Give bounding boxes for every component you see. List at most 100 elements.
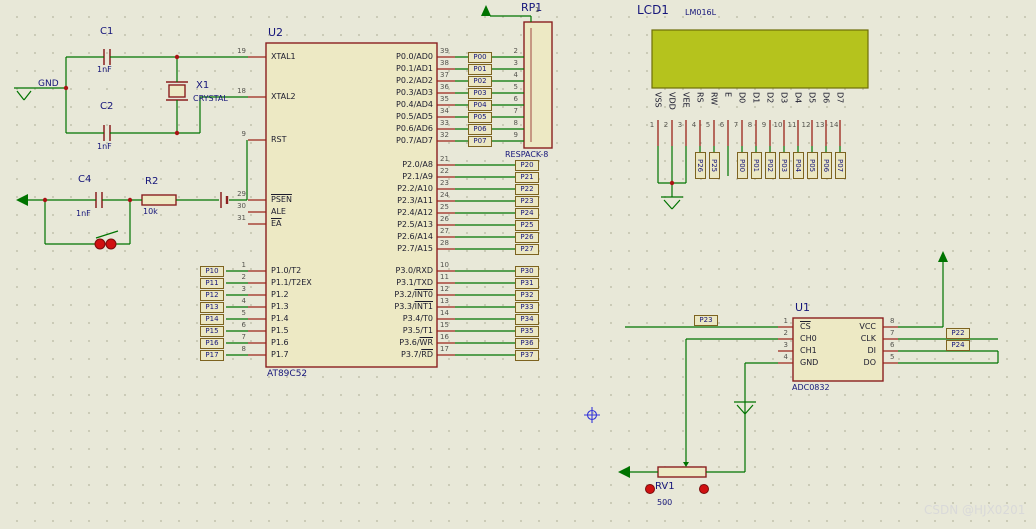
rp1-respack-body[interactable] [523,21,553,149]
pin-number: 13 [440,297,449,305]
pin-name: XTAL1 [271,52,296,61]
reset-circuit-wires[interactable] [28,140,248,245]
net-label[interactable]: P24 [946,340,970,351]
lcd-pin-name: E [723,92,733,98]
net-label[interactable]: P07 [468,135,492,147]
net-label[interactable]: P25 [708,152,720,179]
net-label[interactable]: P37 [515,349,539,361]
net-label[interactable]: P30 [515,265,539,277]
net-label[interactable]: P22 [946,328,970,339]
net-label[interactable]: P23 [515,195,539,207]
net-label[interactable]: P26 [694,152,706,179]
reset-button-terminal[interactable] [105,238,117,250]
pin-name: P2.0/A8 [402,160,433,169]
net-label[interactable]: P31 [515,277,539,289]
pin-number: 28 [440,239,449,247]
pin-number: 26 [440,215,449,223]
p3-bus-wires[interactable] [455,270,515,356]
net-label[interactable]: P22 [515,183,539,195]
net-label[interactable]: P06 [820,152,832,179]
r2-resistor-body[interactable] [141,194,177,206]
pot-decrease-button[interactable] [645,484,655,494]
lcd-pin-number: 8 [747,121,753,129]
net-label[interactable]: P00 [468,51,492,63]
p2-bus-wires[interactable] [455,164,515,250]
u1-right-names: VCC CLK DI DO [820,321,876,369]
left-terminal-arrow-icon [16,194,28,206]
origin-marker-icon [584,407,600,423]
net-label[interactable]: P11 [200,277,224,289]
rv1-ref: RV1 [655,481,675,492]
lcd-value: LM016L [685,8,717,17]
capacitor-and-crystal-plates[interactable] [95,49,229,208]
c4-value: 1nF [76,209,91,218]
pin-number: 18 [237,87,246,95]
c4-capacitor-icon[interactable] [95,192,103,208]
lcd-pin-number: 6 [719,121,725,129]
u1-left-numbers: 1 2 3 4 [764,316,788,364]
pin-name: P3.2/INT0 [394,290,433,299]
rp1-pin1-wire[interactable] [490,15,532,22]
rv1-pot-body[interactable] [657,466,707,478]
net-label[interactable]: P14 [200,313,224,325]
pin-number: 21 [440,155,449,163]
pin-number: 39 [440,47,449,55]
net-label[interactable]: P04 [792,152,804,179]
net-label[interactable]: P06 [468,123,492,135]
net-label[interactable]: P05 [468,111,492,123]
net-label[interactable]: P24 [515,207,539,219]
net-label[interactable]: P03 [468,87,492,99]
pin-number: 7 [513,107,518,115]
net-label[interactable]: P00 [736,152,748,179]
schematic-canvas[interactable]: GND C1 1nF C2 1nF X1 CRYSTAL C4 1nF R2 1… [0,0,1036,529]
pin-name: EA [271,219,282,228]
net-label[interactable]: P01 [750,152,762,179]
net-label[interactable]: P02 [468,75,492,87]
net-label[interactable]: P01 [468,63,492,75]
u2-p1-numbers: 1 2 3 4 5 6 7 8 [222,260,246,356]
reset-button-terminal[interactable] [94,238,106,250]
lcd-screen[interactable] [651,29,869,89]
junction-dot [174,130,180,136]
pin-name: P2.2/A10 [397,184,433,193]
pin-name: PSEN [271,195,292,204]
net-label[interactable]: P36 [515,337,539,349]
pin-number: 9 [241,130,246,138]
net-label[interactable]: P15 [200,325,224,337]
pin-name: P3.3/INT1 [394,302,433,311]
net-label[interactable]: P12 [200,289,224,301]
net-label[interactable]: P04 [468,99,492,111]
net-label[interactable]: P25 [515,219,539,231]
net-label[interactable]: P34 [515,313,539,325]
net-label[interactable]: P20 [515,159,539,171]
pin-number: 7 [241,333,246,341]
net-label[interactable]: P07 [834,152,846,179]
net-label[interactable]: P21 [515,171,539,183]
net-label[interactable]: P32 [515,289,539,301]
c2-capacitor-icon[interactable] [103,125,111,141]
u2-p1-net-labels: P10 P11 P12 P13 P14 P15 P16 P17 [200,265,224,361]
pin-name: P0.4/AD4 [396,100,433,109]
u2-value: AT89C52 [267,369,308,379]
net-label[interactable]: P26 [515,231,539,243]
net-label[interactable]: P33 [515,301,539,313]
net-label[interactable]: P05 [806,152,818,179]
pin-name: P2.5/A13 [397,220,433,229]
lcd-pin-name: VEE [681,92,691,108]
lcd-pin-name: D6 [821,92,831,104]
net-label[interactable]: P27 [515,243,539,255]
net-label[interactable]: P23 [694,315,718,326]
u1-value: ADC0832 [792,383,830,392]
net-label[interactable]: P16 [200,337,224,349]
net-label[interactable]: P03 [778,152,790,179]
net-label[interactable]: P10 [200,265,224,277]
net-label[interactable]: P17 [200,349,224,361]
c1-capacitor-icon[interactable] [103,49,111,65]
pot-increase-button[interactable] [699,484,709,494]
pin-number: 8 [241,345,246,353]
x1-crystal-body[interactable] [168,84,186,98]
net-label[interactable]: P13 [200,301,224,313]
net-label[interactable]: P02 [764,152,776,179]
net-label[interactable]: P35 [515,325,539,337]
pin-number: 24 [440,191,449,199]
